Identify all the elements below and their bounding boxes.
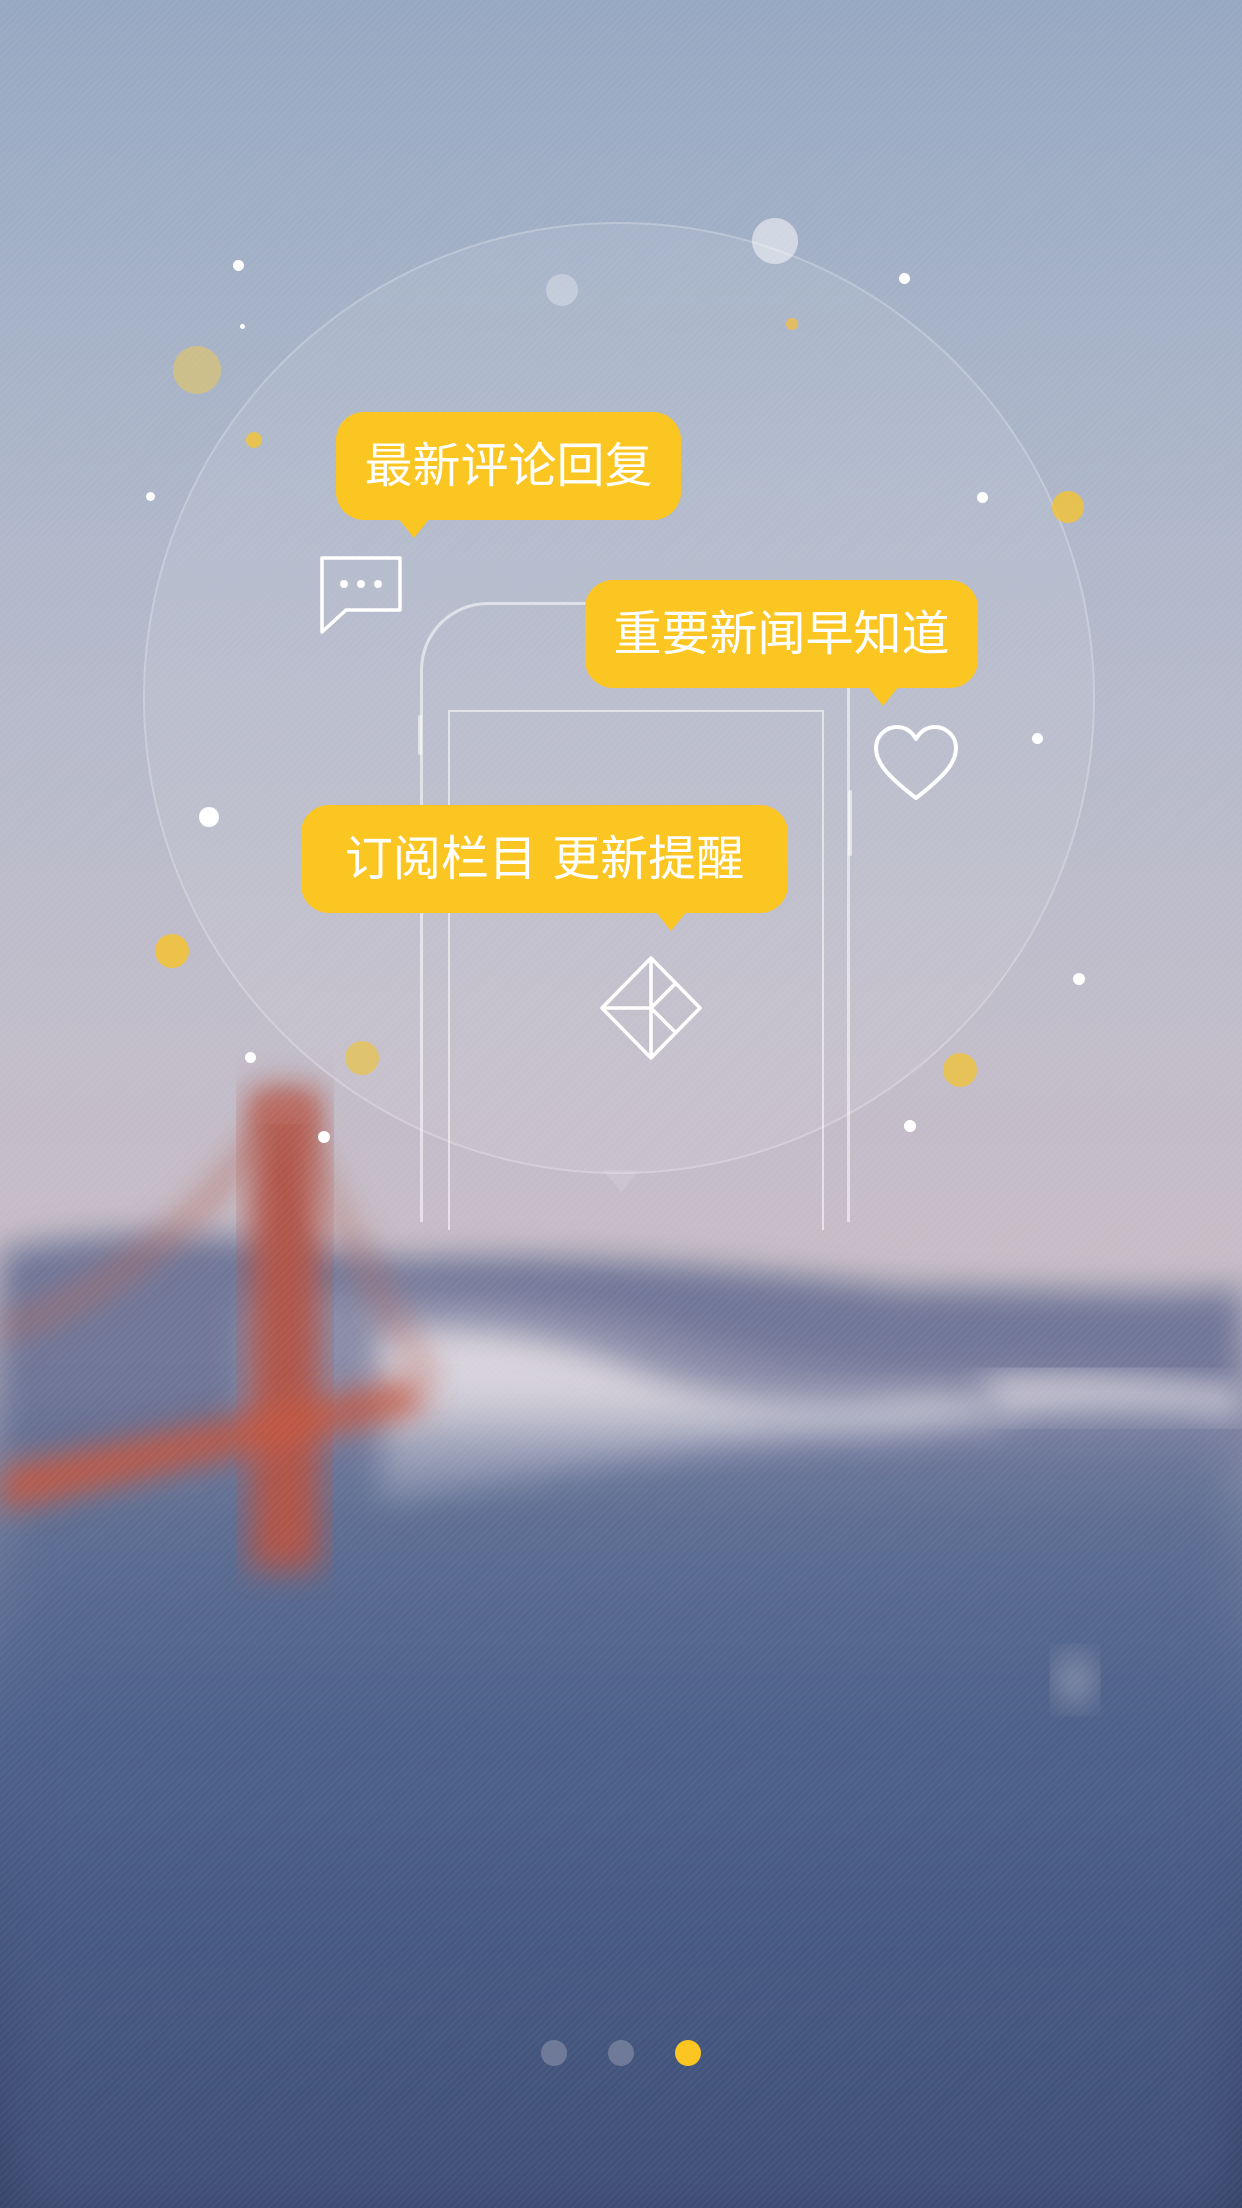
- bubble-tail: [398, 518, 430, 538]
- feature-bubble-comments: 最新评论回复: [336, 412, 681, 538]
- feature-bubble-subscribe-label: 订阅栏目 更新提醒: [344, 831, 745, 887]
- decorative-dot: [173, 346, 221, 394]
- decorative-dot: [246, 432, 262, 448]
- feature-bubble-comments-label: 最新评论回复: [364, 438, 653, 494]
- decorative-dot: [345, 1041, 379, 1075]
- feature-bubble-subscribe: 订阅栏目 更新提醒: [301, 805, 788, 931]
- page-dot-2[interactable]: [608, 2040, 634, 2066]
- decorative-dot: [155, 934, 189, 968]
- onboarding-screen: 最新评论回复 重要新闻早知道 订阅栏目 更新提醒: [0, 0, 1242, 2208]
- bubble-tail: [867, 686, 899, 706]
- decorative-dot: [1032, 733, 1043, 744]
- decorative-dot: [943, 1053, 977, 1087]
- decorative-dot: [786, 318, 798, 330]
- chat-bubble-icon: [320, 556, 402, 634]
- heart-icon: [874, 725, 958, 800]
- page-dot-3-active[interactable]: [675, 2040, 702, 2066]
- phone-side-button: [848, 790, 852, 856]
- decorative-dot: [899, 273, 910, 284]
- decorative-dot: [904, 1120, 916, 1132]
- decorative-dot: [1052, 491, 1084, 523]
- bubble-tail: [655, 911, 687, 931]
- decorative-dot: [546, 274, 578, 306]
- phone-side-button: [418, 715, 422, 755]
- decorative-dot: [146, 492, 155, 501]
- decorative-dot: [199, 807, 219, 827]
- decorative-dot: [245, 1052, 256, 1063]
- decorative-dot: [233, 260, 244, 271]
- diamond-logo-icon: [600, 956, 702, 1060]
- decorative-dot: [1073, 973, 1085, 985]
- decorative-dot: [240, 324, 245, 329]
- decorative-dot: [977, 492, 988, 503]
- decorative-dot: [752, 218, 798, 264]
- feature-bubble-news-label: 重要新闻早知道: [613, 606, 950, 662]
- page-dot-1[interactable]: [540, 2040, 567, 2066]
- feature-bubble-news: 重要新闻早知道: [585, 580, 978, 706]
- page-indicator: [0, 2040, 1242, 2070]
- decorative-dot: [318, 1131, 330, 1143]
